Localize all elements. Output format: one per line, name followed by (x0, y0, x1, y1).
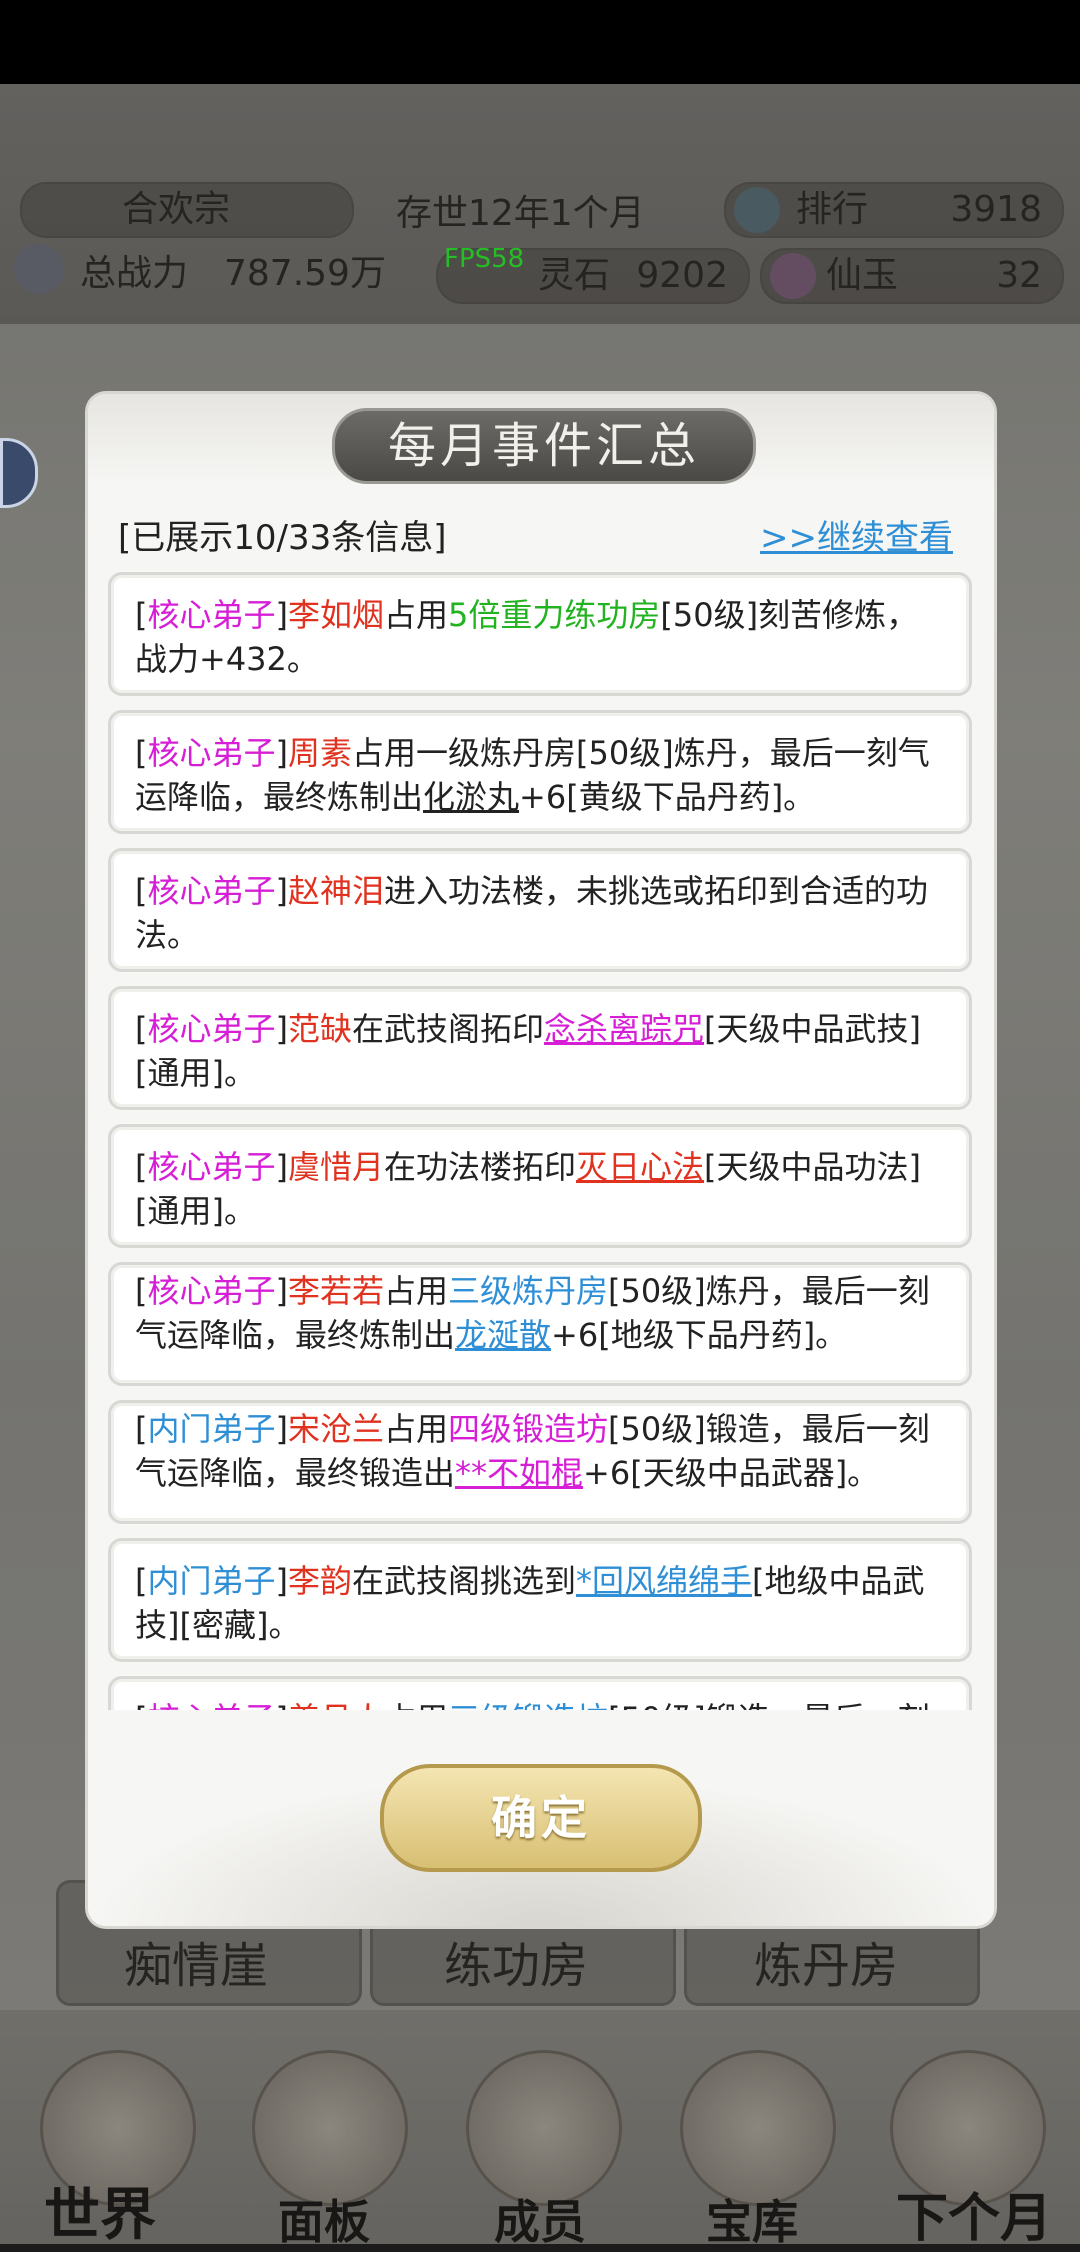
event-card: [核心弟子]李如烟占用5倍重力练功房[50级]刻苦修炼，战力+432。 (108, 572, 972, 696)
event-text-run: [ (135, 1562, 148, 1600)
event-text: [内门弟子]李韵在武技阁挑选到*回风绵绵手[地级中品武技][密藏]。 (135, 1559, 947, 1647)
event-text-run[interactable]: 灭日心法 (576, 1148, 704, 1186)
confirm-button[interactable]: 确定 (380, 1764, 702, 1872)
dialog-title: 每月事件汇总 (332, 408, 756, 484)
event-text-run[interactable]: *回风绵绵手 (576, 1562, 752, 1600)
event-card: [核心弟子]周素占用一级炼丹房[50级]炼丹，最后一刻气运降临，最终炼制出化淤丸… (108, 710, 972, 834)
event-text-run: ] (275, 1148, 288, 1186)
status-bar (0, 0, 1080, 84)
event-text: [核心弟子]虞惜月在功法楼拓印灭日心法[天级中品功法][通用]。 (135, 1145, 947, 1233)
event-text-run: [ (135, 596, 148, 634)
event-text-run[interactable]: 念杀离踪咒 (544, 1010, 704, 1048)
event-text: [内门弟子]宋沧兰占用四级锻造坊[50级]锻造，最后一刻气运降临，最终锻造出**… (135, 1407, 947, 1495)
event-text-run: ] (275, 1410, 288, 1448)
event-text: [核心弟子]李若若占用三级炼丹房[50级]炼丹，最后一刻气运降临，最终炼制出龙涎… (135, 1269, 947, 1357)
event-text-run: 核心弟子 (147, 872, 276, 910)
event-text-run: [ (135, 734, 148, 772)
event-text-run: 周素 (287, 734, 352, 772)
event-text-run: 5倍重力练功房 (448, 596, 661, 634)
event-card: [核心弟子]虞惜月在功法楼拓印灭日心法[天级中品功法][通用]。 (108, 1124, 972, 1248)
event-text-run: 姜月人 (288, 1700, 384, 1710)
event-text-run[interactable]: **不如棍 (455, 1454, 583, 1492)
event-list[interactable]: [核心弟子]李如烟占用5倍重力练功房[50级]刻苦修炼，战力+432。 [核心弟… (108, 572, 974, 1710)
event-card: [内门弟子]李韵在武技阁挑选到*回风绵绵手[地级中品武技][密藏]。 (108, 1538, 972, 1662)
event-text-run: 核心弟子 (147, 1010, 276, 1048)
event-card: [核心弟子]李若若占用三级炼丹房[50级]炼丹，最后一刻气运降临，最终炼制出龙涎… (108, 1262, 972, 1386)
event-text-run: ] (275, 1010, 288, 1048)
event-text-run: 范缺 (287, 1010, 352, 1048)
event-text-run: +6[天级中品武器]。 (583, 1454, 880, 1492)
event-text-run[interactable]: 三级锻造坊 (448, 1700, 608, 1710)
event-text-run: +6[黄级下品丹药]。 (519, 778, 816, 816)
event-text-run: 占用 (384, 1700, 448, 1710)
event-text-run: [ (135, 1148, 148, 1186)
event-text-run: 核心弟子 (147, 734, 276, 772)
event-text-run: ] (275, 1272, 288, 1310)
event-text-run: +6[地级下品丹药]。 (551, 1316, 848, 1354)
event-text-run[interactable]: 龙涎散 (455, 1316, 551, 1354)
monthly-events-dialog: 每月事件汇总 [已展示10/33条信息] >>继续查看 [核心弟子]李如烟占用5… (88, 394, 994, 1926)
event-text-run: ] (275, 872, 288, 910)
event-text-run: [ (135, 1010, 148, 1048)
info-count: [已展示10/33条信息] (118, 518, 447, 558)
event-text-run: 虞惜月 (287, 1148, 384, 1186)
event-text-run: 四级锻造坊 (448, 1410, 609, 1448)
event-text-run: 核心弟子 (147, 1272, 276, 1310)
event-text-run: 在武技阁拓印 (352, 1010, 545, 1048)
event-text-run: ] (276, 1700, 288, 1710)
event-text: [核心弟子]李如烟占用5倍重力练功房[50级]刻苦修炼，战力+432。 (135, 593, 947, 681)
event-text-run[interactable]: 三级炼丹房 (448, 1272, 608, 1310)
event-text-run: 核心弟子 (147, 1700, 275, 1710)
event-text-run: 核心弟子 (147, 596, 276, 634)
event-text-run: 在武技阁挑选到 (352, 1562, 577, 1600)
continue-view-link[interactable]: >>继续查看 (760, 510, 953, 559)
event-card: [核心弟子]姜月人占用三级锻造坊[50级]锻造，最后一刻气运降临。 (108, 1676, 972, 1710)
event-card: [内门弟子]宋沧兰占用四级锻造坊[50级]锻造，最后一刻气运降临，最终锻造出**… (108, 1400, 972, 1524)
event-text-run: 内门弟子 (147, 1562, 276, 1600)
event-text: [核心弟子]姜月人占用三级锻造坊[50级]锻造，最后一刻气运降临。 (135, 1697, 947, 1710)
event-text-run: 核心弟子 (147, 1148, 276, 1186)
event-text-run: [ (135, 1700, 147, 1710)
event-text-run: 李韵 (287, 1562, 352, 1600)
event-card: [核心弟子]范缺在武技阁拓印念杀离踪咒[天级中品武技][通用]。 (108, 986, 972, 1110)
event-text-run: 占用 (384, 1272, 449, 1310)
event-text-run: ] (275, 1562, 288, 1600)
event-text-run: 在功法楼拓印 (384, 1148, 577, 1186)
event-text-run: 李如烟 (287, 596, 384, 634)
event-text-run: [ (135, 872, 148, 910)
event-text-run: 李若若 (287, 1272, 384, 1310)
event-text-run[interactable]: 化淤丸 (423, 778, 519, 816)
event-text-run: 内门弟子 (147, 1410, 276, 1448)
event-text-run: ] (275, 596, 288, 634)
event-text-run: 占用 (384, 596, 449, 634)
event-text: [核心弟子]范缺在武技阁拓印念杀离踪咒[天级中品武技][通用]。 (135, 1007, 947, 1095)
event-card: [核心弟子]赵神泪进入功法楼，未挑选或拓印到合适的功法。 (108, 848, 972, 972)
event-text-run: 宋沧兰 (287, 1410, 384, 1448)
event-text: [核心弟子]周素占用一级炼丹房[50级]炼丹，最后一刻气运降临，最终炼制出化淤丸… (135, 731, 947, 819)
event-text-run: [ (135, 1410, 148, 1448)
event-text-run: 赵神泪 (287, 872, 384, 910)
event-text-run: [ (135, 1272, 148, 1310)
event-text-run: ] (275, 734, 288, 772)
event-text-run: 占用 (384, 1410, 449, 1448)
event-text: [核心弟子]赵神泪进入功法楼，未挑选或拓印到合适的功法。 (135, 869, 947, 957)
